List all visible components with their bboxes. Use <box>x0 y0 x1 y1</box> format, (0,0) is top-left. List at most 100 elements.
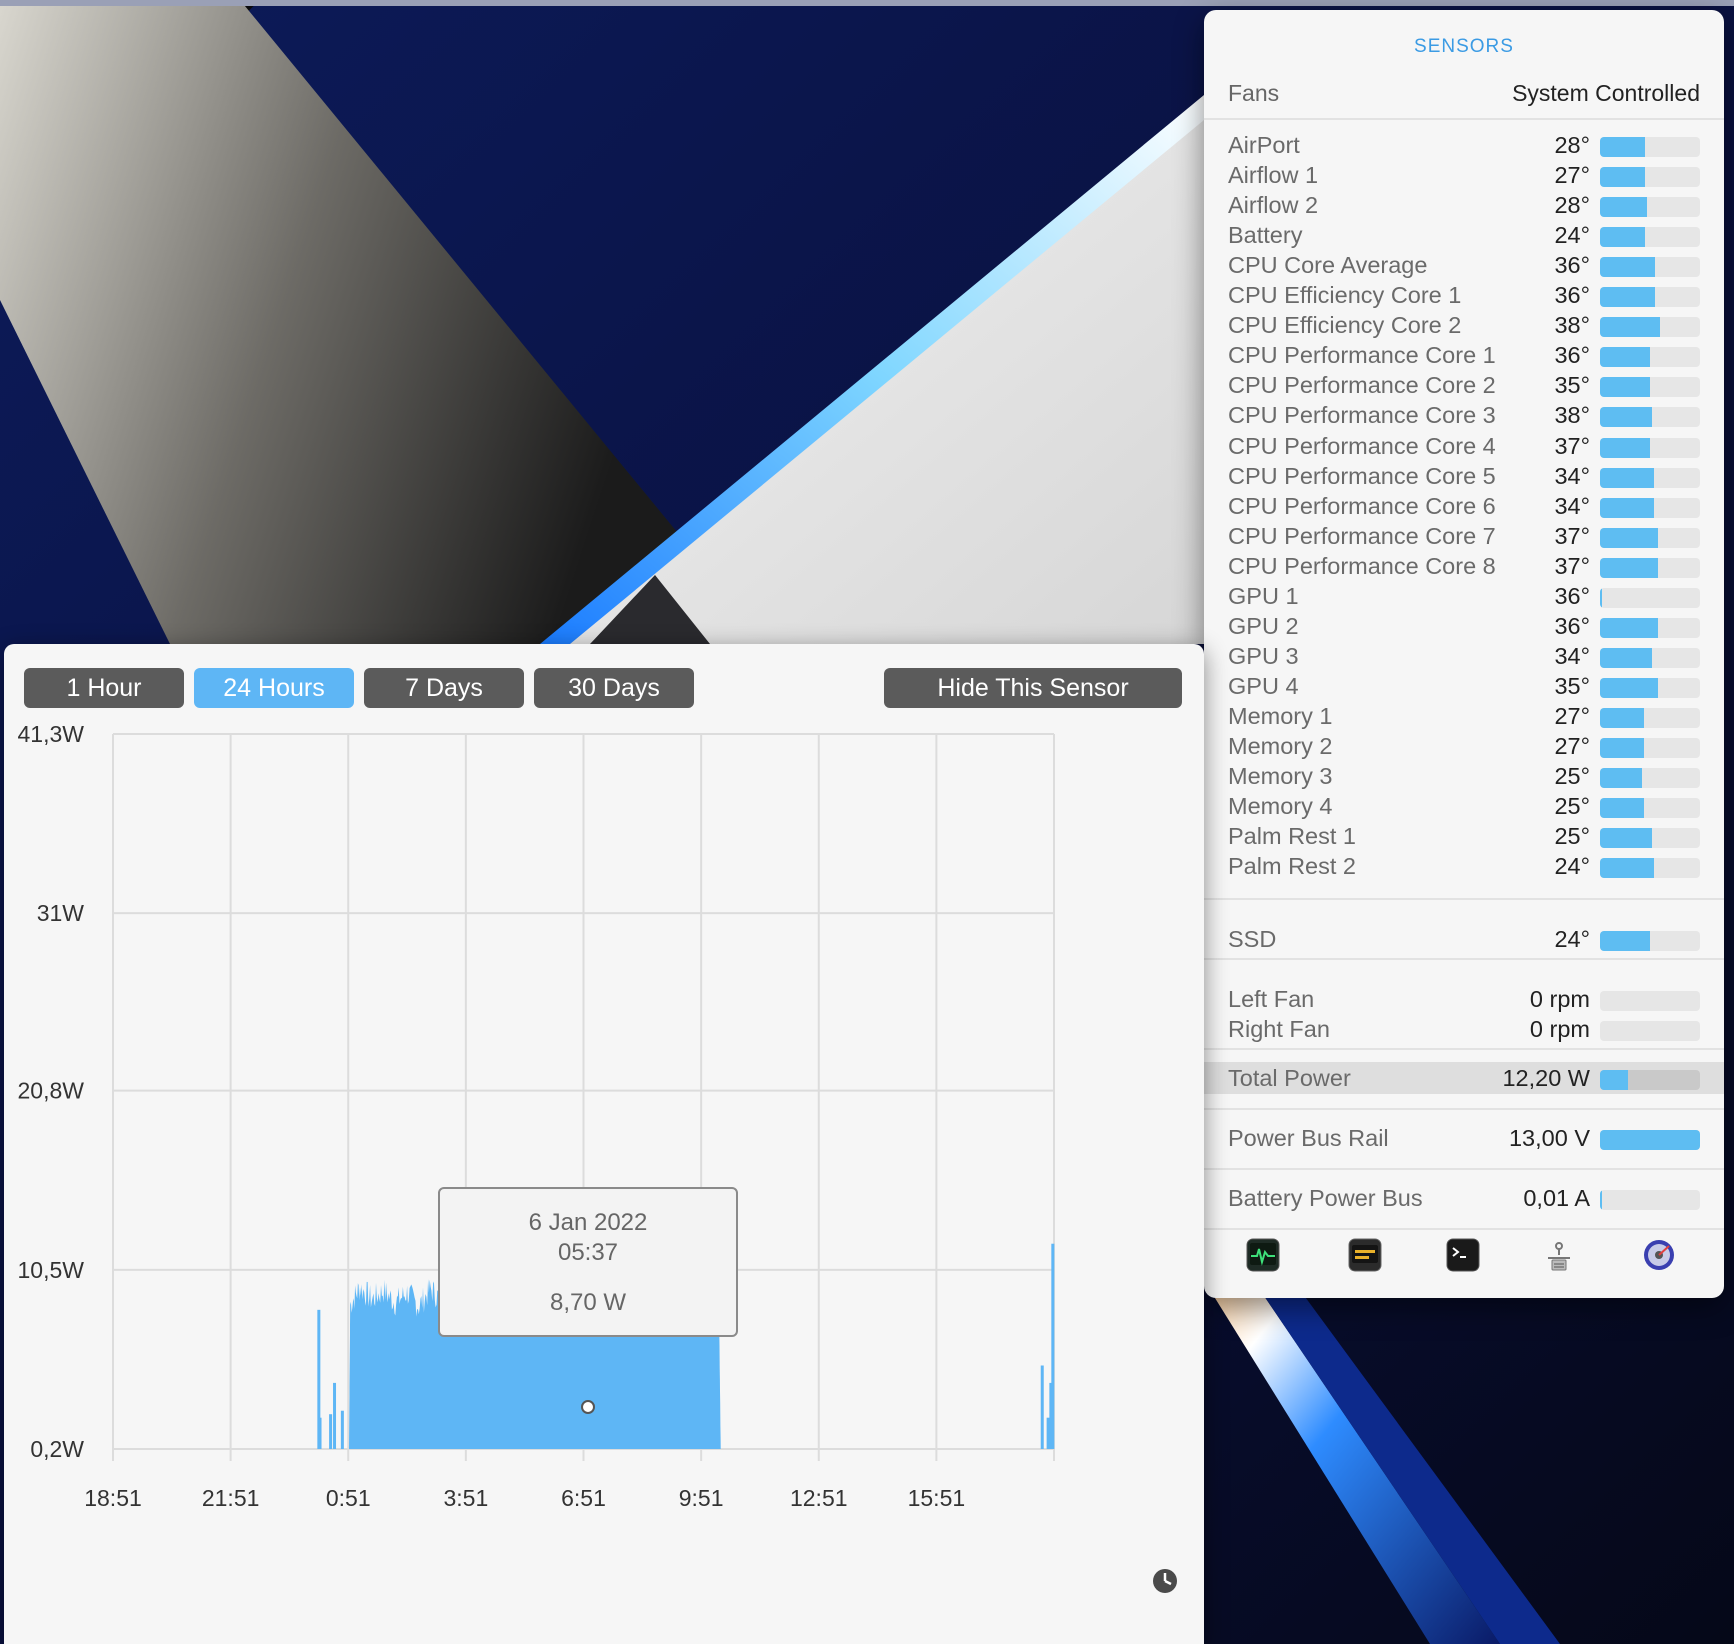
sensor-row[interactable]: Airflow 1 27° <box>1228 162 1700 192</box>
divider <box>1204 1048 1724 1050</box>
range-30-days-button[interactable]: 30 Days <box>534 668 694 708</box>
sensor-label: CPU Performance Core 1 <box>1228 342 1496 369</box>
sensor-row[interactable]: GPU 4 35° <box>1228 673 1700 703</box>
sensor-value: 34° <box>1554 642 1590 669</box>
sensor-row[interactable]: GPU 1 36° <box>1228 583 1700 613</box>
x-axis-labels: 18:51 21:51 0:51 3:51 6:51 9:51 12:51 15:51 <box>84 1485 965 1511</box>
fans-mode-row[interactable]: Fans System Controlled <box>1228 80 1700 114</box>
sensor-level-bar <box>1600 707 1700 728</box>
sensor-value: 36° <box>1554 612 1590 639</box>
sensor-row-power-bus-rail[interactable]: Power Bus Rail 13,00 V <box>1228 1125 1700 1155</box>
sensor-row[interactable]: CPU Performance Core 6 34° <box>1228 493 1700 523</box>
clock-icon[interactable] <box>1152 1568 1178 1594</box>
sensor-row-total-power[interactable]: Total Power 12,20 W <box>1228 1065 1700 1095</box>
console-icon[interactable] <box>1348 1238 1382 1272</box>
terminal-icon[interactable] <box>1446 1238 1480 1272</box>
tooltip-date: 6 Jan 2022 <box>528 1209 648 1236</box>
sensor-row[interactable]: CPU Performance Core 5 34° <box>1228 463 1700 493</box>
sensor-row[interactable]: CPU Core Average 36° <box>1228 252 1700 282</box>
sensor-row[interactable]: CPU Efficiency Core 2 38° <box>1228 312 1700 342</box>
sensor-level-bar <box>1600 437 1700 458</box>
sensor-level-bar <box>1600 991 1700 1011</box>
sensor-level-bar <box>1600 828 1700 849</box>
sensor-value: 35° <box>1554 372 1590 399</box>
sensor-row[interactable]: CPU Performance Core 7 37° <box>1228 523 1700 553</box>
sensor-row[interactable]: CPU Performance Core 1 36° <box>1228 342 1700 372</box>
activity-monitor-icon[interactable] <box>1246 1238 1280 1272</box>
sensor-level-bar <box>1600 137 1700 157</box>
sensor-value: 25° <box>1554 823 1590 850</box>
range-24-hours-button[interactable]: 24 Hours <box>194 668 354 708</box>
sensor-label: CPU Performance Core 7 <box>1228 522 1496 549</box>
x-tick-label: 12:51 <box>790 1485 848 1511</box>
sensor-level-bar <box>1600 467 1700 488</box>
sensor-row[interactable]: Airflow 2 28° <box>1228 192 1700 222</box>
range-7-days-button[interactable]: 7 Days <box>364 668 524 708</box>
sensor-label: SSD <box>1228 926 1277 952</box>
sensor-label: CPU Core Average <box>1228 252 1428 279</box>
sensor-row[interactable]: GPU 3 34° <box>1228 643 1700 673</box>
power-history-chart[interactable]: 41,3W 31W 20,8W 10,5W 0,2W 18:51 21:51 0:51 3:5… <box>4 724 1204 1624</box>
sensor-row[interactable]: Memory 3 25° <box>1228 763 1700 793</box>
sensor-value: 36° <box>1554 282 1590 309</box>
sensor-row[interactable]: CPU Performance Core 4 37° <box>1228 433 1700 463</box>
y-tick-label: 0,2W <box>30 1436 84 1462</box>
sensor-level-bar <box>1600 931 1700 951</box>
sensor-row-right-fan[interactable]: Right Fan 0 rpm <box>1228 1016 1700 1046</box>
sensor-level-bar <box>1600 738 1700 758</box>
sensor-label: CPU Performance Core 8 <box>1228 552 1496 579</box>
sensor-row-battery-power-bus[interactable]: Battery Power Bus 0,01 A <box>1228 1185 1700 1215</box>
data-spike <box>1051 1243 1055 1449</box>
sensor-row[interactable]: Battery 24° <box>1228 222 1700 252</box>
sensor-level-bar <box>1600 647 1700 668</box>
sensor-value: 34° <box>1554 462 1590 489</box>
sensor-value: 25° <box>1554 763 1590 790</box>
sensor-level-bar <box>1600 317 1700 338</box>
sensor-value: 12,20 W <box>1502 1065 1590 1091</box>
sensor-label: CPU Performance Core 4 <box>1228 432 1496 459</box>
sensor-level-bar <box>1600 858 1700 879</box>
sensor-row[interactable]: Memory 4 25° <box>1228 793 1700 823</box>
panel-title: SENSORS <box>1414 36 1514 57</box>
sensor-label: CPU Performance Core 5 <box>1228 462 1496 489</box>
sensor-row[interactable]: Memory 1 27° <box>1228 703 1700 733</box>
sensor-level-bar <box>1600 677 1700 698</box>
sensor-label: Memory 3 <box>1228 763 1333 790</box>
divider <box>1204 118 1724 120</box>
range-1-hour-button[interactable]: 1 Hour <box>24 668 184 708</box>
sensor-row[interactable]: CPU Performance Core 8 37° <box>1228 553 1700 583</box>
disk-utility-icon[interactable] <box>1642 1238 1676 1272</box>
sensor-row[interactable]: AirPort 28° <box>1228 132 1700 162</box>
sensor-row[interactable]: Palm Rest 2 24° <box>1228 853 1700 883</box>
sensor-row-ssd[interactable]: SSD 24° <box>1228 926 1700 956</box>
sensor-value: 13,00 V <box>1508 1125 1590 1151</box>
sensor-row[interactable]: GPU 2 36° <box>1228 613 1700 643</box>
sensor-label: Right Fan <box>1228 1016 1330 1042</box>
hide-sensor-button[interactable]: Hide This Sensor <box>884 668 1182 708</box>
sensor-label: GPU 4 <box>1228 672 1299 699</box>
sensor-row[interactable]: CPU Efficiency Core 1 36° <box>1228 282 1700 312</box>
sensor-row[interactable]: Palm Rest 1 25° <box>1228 823 1700 853</box>
sensor-value: 36° <box>1554 582 1590 609</box>
sensor-level-bar <box>1600 1021 1700 1041</box>
data-spike <box>1040 1365 1044 1449</box>
sensor-row-left-fan[interactable]: Left Fan 0 rpm <box>1228 986 1700 1016</box>
sensor-row[interactable]: Memory 2 27° <box>1228 733 1700 763</box>
sensor-row[interactable]: CPU Performance Core 2 35° <box>1228 372 1700 402</box>
sensor-level-bar <box>1600 227 1700 248</box>
tooltip-time: 05:37 <box>557 1239 619 1266</box>
sensor-row[interactable]: CPU Performance Core 3 38° <box>1228 402 1700 432</box>
y-tick-label: 41,3W <box>18 724 85 747</box>
sensor-value: 27° <box>1554 702 1590 729</box>
sensor-value: 37° <box>1554 432 1590 459</box>
chart-tooltip: 6 Jan 2022 05:37 8,70 W <box>438 1187 738 1337</box>
sensor-label: Airflow 2 <box>1228 192 1319 219</box>
sensor-label: Left Fan <box>1228 986 1315 1012</box>
sensor-value: 0 rpm <box>1529 986 1590 1012</box>
system-information-icon[interactable] <box>1542 1238 1576 1272</box>
sensor-value: 0 rpm <box>1529 1016 1590 1042</box>
sensor-value: 34° <box>1554 492 1590 519</box>
y-axis-labels: 41,3W 31W 20,8W 10,5W 0,2W <box>18 724 85 1462</box>
sensor-level-bar <box>1600 1130 1700 1150</box>
sensor-label: Palm Rest 2 <box>1228 853 1356 880</box>
